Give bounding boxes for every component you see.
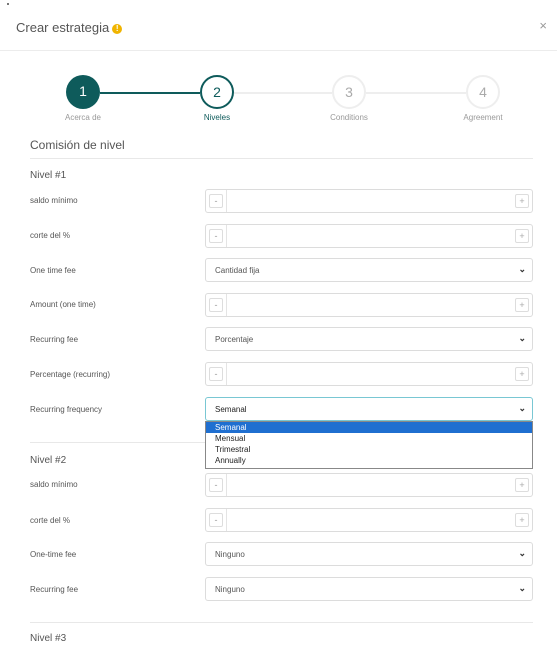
step-2-label: Niveles xyxy=(203,113,231,122)
stepper: 1 2 3 4 Acerca de Niveles Conditions Agr… xyxy=(0,75,557,125)
plus-button[interactable]: + xyxy=(515,478,529,492)
step-1-label: Acerca de xyxy=(64,113,102,122)
saldo-minimo-input[interactable]: - + xyxy=(205,189,533,213)
minus-button[interactable]: - xyxy=(209,298,223,312)
one-time-fee-label: One-time fee xyxy=(30,550,77,559)
frequency-label: Recurring frequency xyxy=(30,405,103,414)
saldo-minimo-label: saldo mínimo xyxy=(30,480,78,489)
corte-input[interactable]: - + xyxy=(205,224,533,248)
dropdown-option[interactable]: Trimestral xyxy=(206,444,532,455)
amount-input[interactable]: - + xyxy=(205,293,533,317)
step-connector-2 xyxy=(234,92,332,94)
minus-button[interactable]: - xyxy=(209,229,223,243)
plus-button[interactable]: + xyxy=(515,513,529,527)
amount-label: Amount (one time) xyxy=(30,300,96,309)
saldo-minimo-label: saldo mínimo xyxy=(30,196,78,205)
chevron-down-icon: ⌄ xyxy=(518,583,526,593)
recurring-fee-label: Recurring fee xyxy=(30,585,79,594)
plus-button[interactable]: + xyxy=(515,298,529,312)
recurring-fee-select[interactable]: Porcentaje ⌄ xyxy=(205,327,533,351)
plus-button[interactable]: + xyxy=(515,367,529,381)
dropdown-option[interactable]: Semanal xyxy=(206,422,532,433)
step-2[interactable]: 2 xyxy=(200,75,234,109)
nivel-2-title: Nivel #2 xyxy=(30,455,67,466)
recurring-fee-select[interactable]: Ninguno ⌄ xyxy=(205,577,533,601)
input-separator xyxy=(226,474,227,496)
step-4[interactable]: 4 xyxy=(466,75,500,109)
create-strategy-dialog: Crear estrategia! × 1 2 3 4 Acerca de Ni… xyxy=(0,0,557,654)
section-title: Comisión de nivel xyxy=(30,138,125,152)
section-divider xyxy=(30,158,533,159)
step-connector-3 xyxy=(366,92,466,94)
input-separator xyxy=(226,363,227,385)
minus-button[interactable]: - xyxy=(209,513,223,527)
dialog-title: Crear estrategia! xyxy=(16,20,123,35)
chevron-down-icon: ⌄ xyxy=(518,548,526,558)
step-3-label: Conditions xyxy=(330,113,368,122)
one-time-fee-select[interactable]: Cantidad fija ⌄ xyxy=(205,258,533,282)
nivel-3-title: Nivel #3 xyxy=(30,633,67,644)
input-separator xyxy=(226,225,227,247)
percentage-label: Percentage (recurring) xyxy=(30,370,111,379)
corte-input[interactable]: - + xyxy=(205,508,533,532)
input-separator xyxy=(226,190,227,212)
minus-button[interactable]: - xyxy=(209,367,223,381)
saldo-minimo-input[interactable]: - + xyxy=(205,473,533,497)
step-4-label: Agreement xyxy=(463,113,503,122)
input-separator xyxy=(226,294,227,316)
chevron-down-icon: ⌄ xyxy=(518,403,526,413)
one-time-fee-value: Ninguno xyxy=(215,550,245,559)
nivel-divider xyxy=(30,622,533,623)
corte-label: corte del % xyxy=(30,516,71,525)
input-separator xyxy=(226,509,227,531)
minus-button[interactable]: - xyxy=(209,194,223,208)
frequency-select[interactable]: Semanal ⌄ xyxy=(205,397,533,421)
dialog-header: Crear estrategia! × xyxy=(0,0,557,51)
plus-button[interactable]: + xyxy=(515,194,529,208)
step-3[interactable]: 3 xyxy=(332,75,366,109)
dialog-title-text: Crear estrategia xyxy=(16,20,110,35)
percentage-input[interactable]: - + xyxy=(205,362,533,386)
dropdown-option[interactable]: Annually xyxy=(206,455,532,466)
plus-button[interactable]: + xyxy=(515,229,529,243)
one-time-fee-label: One time fee xyxy=(30,266,76,275)
close-icon[interactable]: × xyxy=(539,18,547,33)
frequency-value: Semanal xyxy=(215,405,247,414)
recurring-fee-label: Recurring fee xyxy=(30,335,79,344)
recurring-fee-value: Porcentaje xyxy=(215,335,254,344)
chevron-down-icon: ⌄ xyxy=(518,333,526,343)
minus-button[interactable]: - xyxy=(209,478,223,492)
one-time-fee-select[interactable]: Ninguno ⌄ xyxy=(205,542,533,566)
nivel-1-title: Nivel #1 xyxy=(30,170,67,181)
info-icon: ! xyxy=(112,23,123,34)
recurring-fee-value: Ninguno xyxy=(215,585,245,594)
corte-label: corte del % xyxy=(30,231,71,240)
step-connector-1 xyxy=(100,92,200,94)
step-1[interactable]: 1 xyxy=(66,75,100,109)
frequency-dropdown-list: Semanal Mensual Trimestral Annually xyxy=(205,421,533,469)
dropdown-option[interactable]: Mensual xyxy=(206,433,532,444)
chevron-down-icon: ⌄ xyxy=(518,264,526,274)
one-time-fee-value: Cantidad fija xyxy=(215,266,260,275)
